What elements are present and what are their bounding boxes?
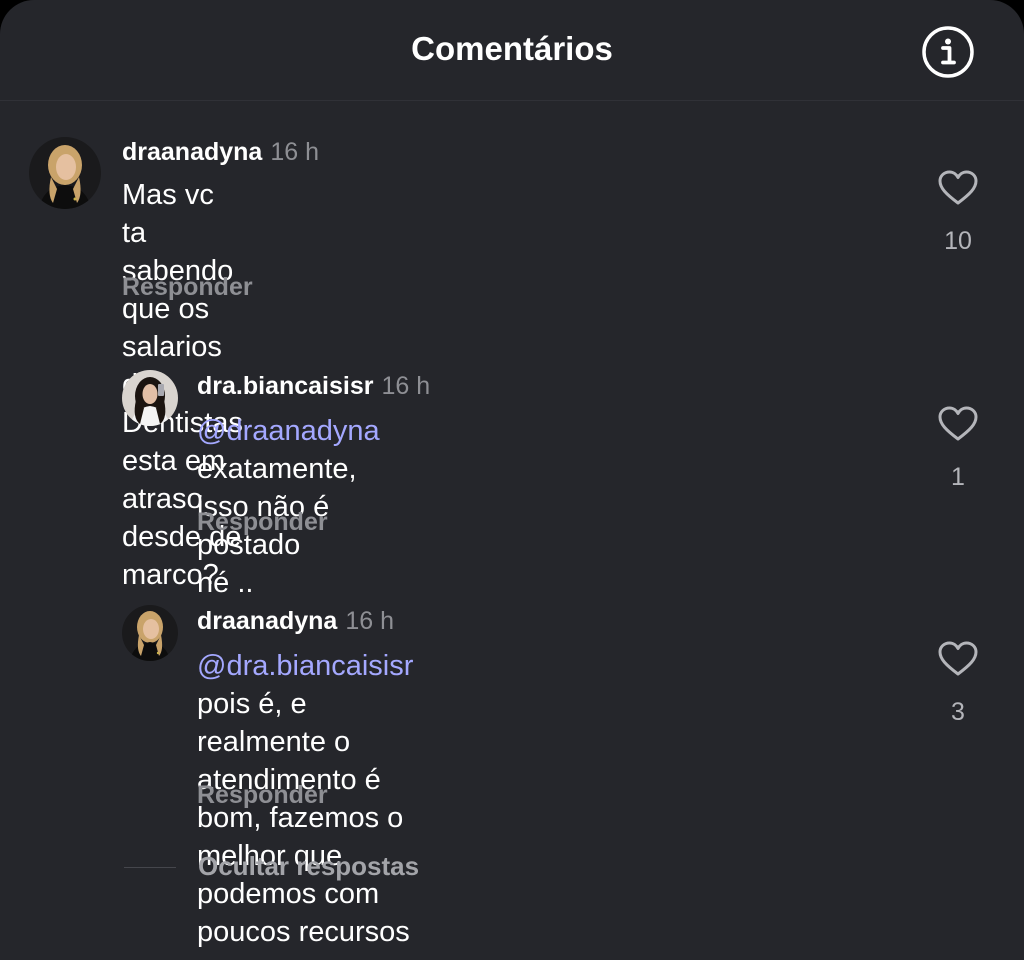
avatar[interactable] <box>122 605 178 661</box>
comment-text-line: podemos com poucos recursos <box>197 878 410 948</box>
username[interactable]: dra.biancaisisr <box>197 372 373 400</box>
reply-button[interactable]: Responder <box>197 781 328 810</box>
like-count: 3 <box>951 698 965 726</box>
info-button[interactable] <box>921 25 975 79</box>
comment-text: @draanadyna exatamente, isso não é posta… <box>197 412 380 602</box>
heart-icon[interactable] <box>938 406 978 442</box>
like-control: 10 <box>928 170 988 256</box>
comment-text-line: né .. <box>197 567 254 599</box>
hide-replies-line <box>124 867 176 868</box>
avatar[interactable] <box>29 137 101 209</box>
comments-header: Comentários <box>0 0 1024 100</box>
username[interactable]: draanadyna <box>197 607 337 635</box>
reply-button[interactable]: Responder <box>122 273 253 302</box>
heart-icon[interactable] <box>938 641 978 677</box>
timestamp: 16 h <box>345 607 395 635</box>
like-control: 1 <box>928 406 988 492</box>
comments-sheet: Comentários draanadyna 16 h Mas vc ta sa… <box>0 0 1024 960</box>
reply-button[interactable]: Responder <box>197 508 328 537</box>
like-control: 3 <box>928 641 988 727</box>
timestamp: 16 h <box>270 138 320 166</box>
mention-link[interactable]: @dra.biancaisisr <box>197 650 413 682</box>
timestamp: 16 h <box>381 372 431 400</box>
heart-icon[interactable] <box>938 170 978 206</box>
comment-meta: draanadyna 16 h <box>197 606 394 636</box>
comment-text-line: pois é, e realmente o <box>197 688 351 758</box>
comment-meta: dra.biancaisisr 16 h <box>197 371 430 401</box>
info-icon <box>922 26 974 78</box>
header-divider <box>0 100 1024 101</box>
hide-replies-button[interactable]: Ocultar respostas <box>198 851 419 882</box>
username[interactable]: draanadyna <box>122 138 262 166</box>
avatar[interactable] <box>122 370 178 426</box>
mention-link[interactable]: @draanadyna <box>197 415 380 447</box>
like-count: 1 <box>951 463 965 491</box>
comment-meta: draanadyna 16 h <box>122 137 319 167</box>
like-count: 10 <box>944 227 972 255</box>
comment-text-line: exatamente, isso não é postado <box>197 453 357 561</box>
page-title: Comentários <box>411 30 613 67</box>
